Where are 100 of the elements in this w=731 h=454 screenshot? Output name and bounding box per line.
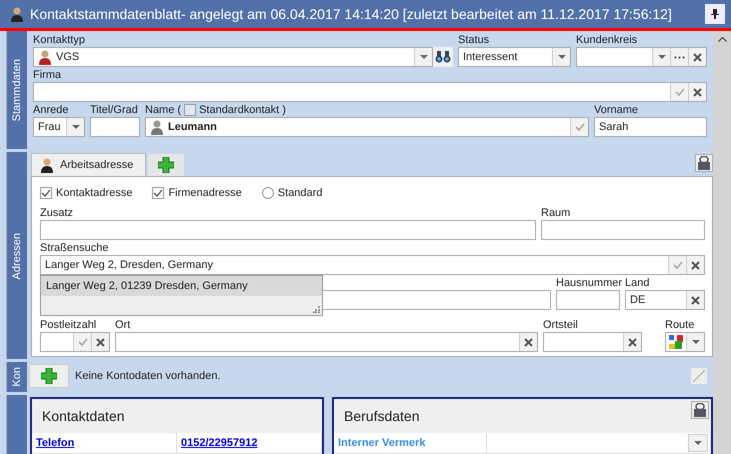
input-field[interactable]	[115, 332, 538, 352]
binoculars-icon	[435, 50, 451, 64]
checkmark-icon	[41, 189, 51, 198]
field-label: Straßensuche	[40, 241, 110, 256]
field-label: Raum	[541, 206, 572, 220]
field-label: Route	[665, 318, 696, 332]
lock-button[interactable]	[691, 401, 709, 419]
dropdown-button[interactable]	[686, 333, 704, 352]
input-field[interactable]	[40, 332, 110, 352]
field-label: Titel/Grad	[90, 103, 139, 117]
link[interactable]: Telefon	[32, 433, 177, 453]
section-tab[interactable]: Kon	[6, 362, 27, 392]
person-icon	[150, 119, 164, 135]
checkmark-icon	[153, 189, 164, 198]
input-field[interactable]	[541, 220, 705, 240]
field-label: Kundenkreis	[576, 33, 638, 47]
caret-icon	[72, 125, 80, 129]
input-field[interactable]: Sarah	[594, 117, 707, 137]
field-label: Ortsteil	[543, 318, 579, 332]
dropdown-field[interactable]: VGS	[33, 47, 433, 67]
section-tab[interactable]: Adressen	[6, 152, 27, 360]
radio-button[interactable]	[262, 187, 274, 200]
more-button[interactable]	[670, 48, 688, 66]
dropdown-field[interactable]	[576, 47, 707, 67]
close-icon	[693, 52, 702, 62]
close-icon	[691, 296, 700, 305]
field-label: Postleitzahl	[40, 318, 98, 332]
caret-icon	[558, 55, 566, 59]
field-label: Name (	[145, 103, 182, 117]
checkmark-icon	[674, 88, 684, 96]
clear-button[interactable]	[519, 333, 537, 352]
dropdown-field[interactable]: Frau	[33, 117, 85, 137]
dropdown-field[interactable]: Interessent	[458, 47, 571, 67]
dropdown-button[interactable]	[414, 48, 432, 66]
checkbox-label: Standardkontakt )	[199, 103, 286, 117]
binoculars-button[interactable]	[433, 47, 453, 67]
person-icon	[10, 6, 24, 22]
option-label: Standard	[278, 187, 322, 200]
close-icon	[628, 338, 637, 347]
add-tab-button[interactable]	[148, 154, 184, 176]
window-title: Kontaktstammdatenblatt- angelegt am 06.04.2017 14:14:20 [zuletzt bearbeitet am 11.12.2017 17:56:12]	[30, 6, 673, 22]
checkbox[interactable]	[184, 104, 196, 116]
clear-button[interactable]	[688, 83, 706, 101]
person-icon	[40, 157, 54, 174]
scrollbar[interactable]	[713, 31, 731, 454]
route-dropdown[interactable]	[665, 332, 705, 352]
clear-button[interactable]	[688, 48, 706, 66]
option-label: Kontaktadresse	[56, 187, 132, 200]
field-label: Status	[458, 33, 490, 47]
input-field[interactable]	[40, 220, 536, 240]
field-label: Firma	[33, 68, 62, 82]
clear-button[interactable]	[623, 333, 641, 352]
tab[interactable]: Arbeitsadresse	[31, 153, 146, 176]
field-label: Land	[625, 276, 650, 290]
field-label: Zusatz	[40, 206, 74, 220]
input-field[interactable]	[90, 117, 140, 137]
pin-icon	[711, 9, 719, 19]
input-field[interactable]	[543, 332, 642, 352]
input-field[interactable]: DE	[625, 290, 705, 310]
resize-grip-icon	[313, 306, 320, 314]
clear-button[interactable]	[686, 291, 704, 310]
caret-icon	[694, 441, 702, 445]
caret-icon	[692, 340, 700, 344]
checkmark-icon	[672, 261, 682, 270]
dropdown-button[interactable]	[688, 434, 708, 452]
card-title: Kontaktdaten	[42, 408, 125, 424]
field-label: Ort	[115, 318, 132, 332]
checkmark-icon	[78, 338, 88, 346]
message-text: Keine Kontodaten vorhanden.	[75, 370, 221, 382]
dots-icon	[674, 56, 685, 58]
card-title: Berufsdaten	[344, 408, 420, 424]
suggestion-item[interactable]: Langer Weg 2, 01239 Dresden, Germany	[41, 276, 322, 296]
section-tab[interactable]: Stammdaten	[6, 31, 27, 150]
pin-button[interactable]	[705, 4, 725, 24]
dropdown-button[interactable]	[552, 48, 570, 66]
input-field[interactable]	[33, 82, 707, 102]
plus-icon	[41, 368, 57, 384]
input-field[interactable]	[556, 290, 620, 310]
pencil-icon	[692, 368, 706, 383]
clear-button[interactable]	[686, 256, 704, 274]
caret-icon	[658, 55, 666, 59]
person-icon	[38, 49, 52, 65]
clear-button[interactable]	[91, 333, 109, 352]
plus-icon	[158, 157, 174, 174]
map-route-icon	[668, 334, 684, 350]
input-field[interactable]: Leumann	[145, 117, 589, 137]
dropdown-button[interactable]	[66, 118, 84, 136]
add-button[interactable]	[29, 364, 69, 388]
lock-icon	[697, 156, 711, 170]
checkbox[interactable]	[152, 187, 164, 200]
lock-icon	[693, 403, 707, 417]
caret-icon	[420, 55, 428, 59]
lock-button[interactable]	[695, 154, 713, 172]
checkbox[interactable]	[40, 187, 52, 200]
link[interactable]: 0152/22957912	[177, 433, 322, 453]
close-icon	[691, 260, 700, 270]
dropdown-button[interactable]	[652, 48, 670, 66]
field-label: Vorname	[594, 103, 640, 117]
search-field[interactable]: Langer Weg 2, Dresden, Germany	[40, 255, 705, 276]
close-icon	[693, 88, 702, 96]
